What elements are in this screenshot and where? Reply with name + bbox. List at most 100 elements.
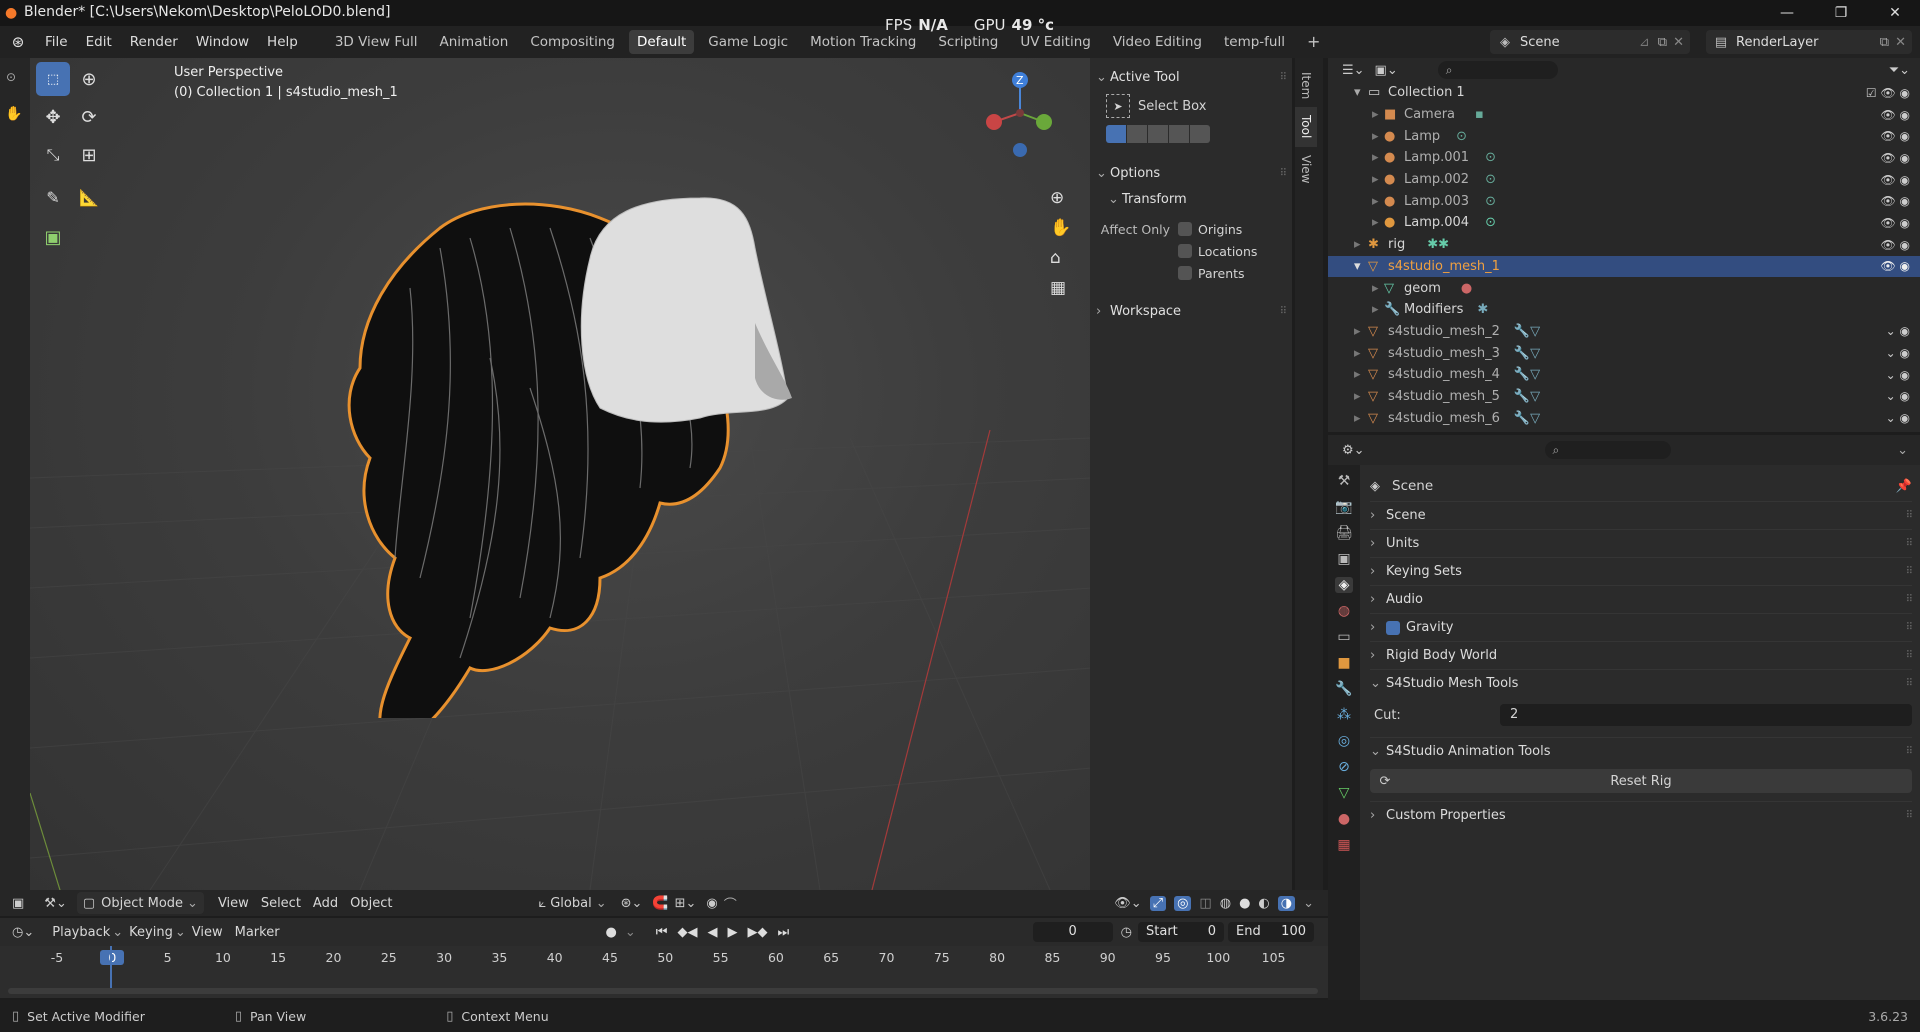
- editor-type-icon[interactable]: ▣: [12, 896, 24, 911]
- solid-shading-icon[interactable]: ●: [1239, 896, 1250, 911]
- outliner-row-collection[interactable]: ▾ ▭ Collection 1 ☑ 👁 ◉: [1328, 82, 1920, 104]
- record-icon[interactable]: ●: [606, 925, 617, 940]
- drag-handle-icon[interactable]: ⠿: [1906, 594, 1913, 605]
- world-tab-icon[interactable]: ◍: [1338, 603, 1350, 619]
- drag-handle-icon[interactable]: ⠿: [1280, 168, 1287, 179]
- outliner-row-lamp-003[interactable]: ▸ ● Lamp.003 ⊙ 👁 ◉: [1328, 190, 1920, 212]
- modifier-tab-icon[interactable]: 🔧: [1335, 681, 1352, 697]
- tool-settings-icon[interactable]: ⚒⌄: [44, 896, 67, 911]
- add-cube-tool[interactable]: ▣: [36, 220, 70, 254]
- outliner-search-input[interactable]: ⌕: [1437, 61, 1558, 79]
- mode-intersect-icon[interactable]: [1190, 125, 1210, 143]
- outliner-row-camera[interactable]: ▸ ■ Camera ▪ 👁 ◉: [1328, 104, 1920, 126]
- section-scene[interactable]: › Scene ⠿: [1370, 501, 1913, 529]
- shading-options-icon[interactable]: ⌄: [1303, 896, 1314, 911]
- tab-default[interactable]: Default: [628, 30, 695, 54]
- orientation-dropdown[interactable]: ⟀ Global ⌄: [538, 896, 606, 911]
- rendered-shading-icon[interactable]: ◑: [1277, 895, 1296, 911]
- outliner-row-lamp-001[interactable]: ▸ ● Lamp.001 ⊙ 👁 ◉: [1328, 147, 1920, 169]
- visibility-icons[interactable]: ☑ 👁 ◉: [1866, 86, 1910, 100]
- outliner-row-lamp-002[interactable]: ▸ ● Lamp.002 ⊙ 👁 ◉: [1328, 169, 1920, 191]
- close-button[interactable]: ✕: [1872, 0, 1918, 26]
- outliner-row-s4studio-mesh-3[interactable]: ▸ ▽ s4studio_mesh_3 🔧▽ ⌄ ◉: [1328, 342, 1920, 364]
- visibility-icons[interactable]: ⌄ ◉: [1886, 389, 1910, 403]
- visibility-icons[interactable]: 👁 ◉: [1880, 259, 1910, 273]
- data-tab-icon[interactable]: ▽: [1339, 785, 1350, 801]
- section-keying-sets[interactable]: › Keying Sets ⠿: [1370, 557, 1913, 585]
- next-keyframe-icon[interactable]: ▶◆: [748, 925, 768, 940]
- remove-scene-icon[interactable]: ✕: [1673, 35, 1684, 50]
- gravity-checkbox[interactable]: [1386, 620, 1400, 635]
- select-box-tool[interactable]: ⬚: [36, 62, 70, 96]
- render-layer-selector[interactable]: ▤ RenderLayer ⧉ ✕: [1706, 30, 1912, 54]
- tab-animation[interactable]: Animation: [432, 30, 517, 54]
- hair-mesh-model[interactable]: [300, 158, 820, 718]
- outliner-row-geom[interactable]: ▸ ▽ geom ●: [1328, 277, 1920, 299]
- current-frame-field[interactable]: 0: [1032, 922, 1113, 942]
- active-tool-row[interactable]: ➤ Select Box: [1096, 90, 1286, 122]
- section-units[interactable]: › Units ⠿: [1370, 529, 1913, 557]
- overlays-icon[interactable]: ◎: [1174, 895, 1192, 911]
- play-icon[interactable]: ▶: [728, 925, 738, 940]
- mode-difference-icon[interactable]: [1169, 125, 1189, 143]
- navigation-gizmo[interactable]: Z: [980, 68, 1060, 178]
- toggle-toolbar-icon[interactable]: ⊙: [6, 70, 16, 84]
- drag-handle-icon[interactable]: ⠿: [1906, 510, 1913, 521]
- properties-search-input[interactable]: ⌕: [1544, 441, 1671, 459]
- tab-game-logic[interactable]: Game Logic: [700, 30, 796, 54]
- camera-view-icon[interactable]: ⌂: [1050, 248, 1071, 268]
- tool-tab-icon[interactable]: ⚒: [1338, 473, 1351, 489]
- drag-handle-icon[interactable]: ⠿: [1906, 538, 1913, 549]
- menu-help[interactable]: Help: [258, 26, 307, 58]
- pan-hand-icon[interactable]: ✋: [1050, 218, 1071, 238]
- outliner-row-modifiers[interactable]: ▸ 🔧 Modifiers ✱: [1328, 299, 1920, 321]
- visibility-icons[interactable]: 👁 ◉: [1880, 129, 1910, 143]
- measure-tool[interactable]: 📐: [72, 180, 106, 214]
- section-audio[interactable]: › Audio ⠿: [1370, 585, 1913, 613]
- render-tab-icon[interactable]: 📷: [1335, 499, 1352, 515]
- drag-handle-icon[interactable]: ⠿: [1906, 810, 1913, 821]
- properties-options-icon[interactable]: ⌄: [1897, 443, 1908, 458]
- pin-icon[interactable]: 📌: [1896, 479, 1912, 494]
- section-rigid-body-world[interactable]: › Rigid Body World ⠿: [1370, 641, 1913, 669]
- transform-tool[interactable]: ⊞: [72, 138, 106, 172]
- visibility-icons[interactable]: ⌄ ◉: [1886, 324, 1910, 338]
- gizmo-icon[interactable]: ⤢: [1149, 895, 1167, 911]
- scale-tool[interactable]: ⤡: [36, 138, 70, 172]
- menu-timeline-view[interactable]: View: [186, 925, 229, 940]
- menu-object[interactable]: Object: [344, 896, 398, 911]
- cursor-tool[interactable]: ⊕: [72, 62, 106, 96]
- visibility-icons[interactable]: 👁 ◉: [1880, 238, 1910, 252]
- drag-handle-icon[interactable]: ⠿: [1280, 72, 1287, 83]
- object-mode-dropdown[interactable]: ▢ Object Mode ⌄: [76, 892, 204, 914]
- drag-handle-icon[interactable]: ⠿: [1280, 306, 1287, 317]
- workspace-header[interactable]: › Workspace ⠿: [1096, 298, 1287, 324]
- section-custom-properties[interactable]: › Custom Properties ⠿: [1370, 801, 1913, 829]
- jump-start-icon[interactable]: ⏮: [656, 925, 668, 940]
- visibility-icon[interactable]: 👁⌄: [1114, 896, 1141, 911]
- zoom-icon[interactable]: ⊕: [1050, 188, 1071, 208]
- outliner-row-s4studio-mesh-6[interactable]: ▸ ▽ s4studio_mesh_6 🔧▽ ⌄ ◉: [1328, 407, 1920, 429]
- prev-keyframe-icon[interactable]: ◆◀: [678, 925, 698, 940]
- 3d-viewport[interactable]: ⬚ ⊕ ✥ ⟳ ⤡ ⊞ ✎ 📐 ▣ User Perspective (0) C…: [30, 58, 1092, 890]
- timeline-editor-icon[interactable]: ◷⌄: [12, 925, 34, 940]
- tab-view[interactable]: View: [1295, 147, 1317, 191]
- visibility-icons[interactable]: ⌄ ◉: [1886, 346, 1910, 360]
- visibility-icons[interactable]: 👁 ◉: [1880, 108, 1910, 122]
- section-s4studio-animation-tools[interactable]: ⌄ S4Studio Animation Tools ⠿: [1370, 737, 1913, 765]
- pin-icon[interactable]: ⊿: [1639, 35, 1650, 50]
- outliner-row-s4studio-mesh-2[interactable]: ▸ ▽ s4studio_mesh_2 🔧▽ ⌄ ◉: [1328, 321, 1920, 343]
- tab-temp-full[interactable]: temp-full: [1216, 30, 1293, 54]
- annotate-tool[interactable]: ✎: [36, 180, 70, 214]
- constraints-tab-icon[interactable]: ⊘: [1338, 759, 1350, 775]
- outliner-row-lamp[interactable]: ▸ ● Lamp ⊙ 👁 ◉: [1328, 125, 1920, 147]
- menu-select[interactable]: Select: [255, 896, 307, 911]
- start-frame-field[interactable]: Start 0: [1138, 922, 1224, 942]
- visibility-icons[interactable]: ⌄ ◉: [1886, 368, 1910, 382]
- display-mode-icon[interactable]: ▣⌄: [1375, 63, 1398, 78]
- new-layer-icon[interactable]: ⧉: [1880, 35, 1889, 50]
- wireframe-shading-icon[interactable]: ◍: [1220, 896, 1231, 911]
- ortho-grid-icon[interactable]: ▦: [1050, 278, 1071, 298]
- menu-window[interactable]: Window: [187, 26, 258, 58]
- outliner-row-s4studio-mesh-4[interactable]: ▸ ▽ s4studio_mesh_4 🔧▽ ⌄ ◉: [1328, 364, 1920, 386]
